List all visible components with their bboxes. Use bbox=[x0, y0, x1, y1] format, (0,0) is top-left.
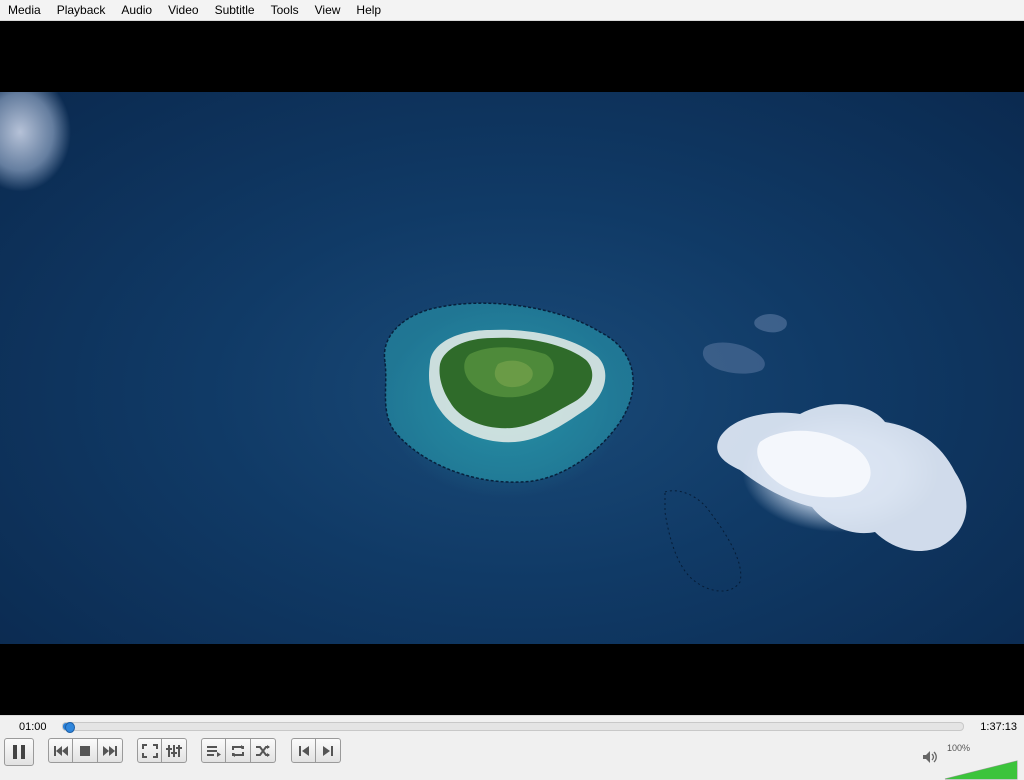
playlist-button[interactable] bbox=[201, 738, 226, 763]
menu-bar: Media Playback Audio Video Subtitle Tool… bbox=[0, 0, 1024, 21]
frame-back-button[interactable] bbox=[291, 738, 316, 763]
previous-icon bbox=[53, 745, 68, 756]
menu-playback[interactable]: Playback bbox=[49, 0, 114, 20]
fullscreen-icon bbox=[141, 743, 158, 758]
loop-icon bbox=[232, 744, 244, 757]
menu-media[interactable]: Media bbox=[0, 0, 49, 20]
frame-forward-icon bbox=[323, 745, 333, 756]
loop-button[interactable] bbox=[226, 738, 251, 763]
stop-icon bbox=[80, 745, 90, 756]
extended-settings-button[interactable] bbox=[162, 738, 187, 763]
video-surface[interactable] bbox=[0, 21, 1024, 715]
playlist-group bbox=[201, 738, 276, 763]
previous-button[interactable] bbox=[48, 738, 73, 763]
video-frame bbox=[0, 92, 1024, 644]
playlist-icon bbox=[206, 745, 221, 757]
total-time[interactable]: 1:37:13 bbox=[980, 721, 1017, 733]
speaker-icon[interactable] bbox=[922, 750, 938, 764]
control-bar: 01:00 1:37:13 100% bbox=[0, 715, 1024, 780]
fullscreen-button[interactable] bbox=[137, 738, 162, 763]
pause-icon bbox=[13, 745, 25, 759]
menu-view[interactable]: View bbox=[307, 0, 349, 20]
menu-tools[interactable]: Tools bbox=[263, 0, 307, 20]
video-frame-island-scene bbox=[383, 302, 967, 592]
stop-button[interactable] bbox=[73, 738, 98, 763]
menu-audio[interactable]: Audio bbox=[113, 0, 160, 20]
transport-group bbox=[48, 738, 123, 763]
volume-slider[interactable] bbox=[944, 760, 1018, 780]
next-icon bbox=[103, 745, 117, 756]
menu-help[interactable]: Help bbox=[348, 0, 389, 20]
equalizer-icon bbox=[166, 744, 182, 757]
frame-forward-button[interactable] bbox=[316, 738, 341, 763]
random-button[interactable] bbox=[251, 738, 276, 763]
frame-step-group bbox=[291, 738, 341, 763]
volume-percent: 100% bbox=[947, 743, 971, 753]
next-button[interactable] bbox=[98, 738, 123, 763]
view-group bbox=[137, 738, 187, 763]
frame-back-icon bbox=[298, 745, 309, 756]
shuffle-icon bbox=[256, 744, 270, 757]
pause-button[interactable] bbox=[4, 738, 34, 766]
menu-subtitle[interactable]: Subtitle bbox=[207, 0, 263, 20]
seek-slider[interactable] bbox=[62, 722, 964, 733]
menu-video[interactable]: Video bbox=[160, 0, 206, 20]
elapsed-time[interactable]: 01:00 bbox=[19, 721, 47, 733]
seek-handle[interactable] bbox=[65, 722, 75, 733]
